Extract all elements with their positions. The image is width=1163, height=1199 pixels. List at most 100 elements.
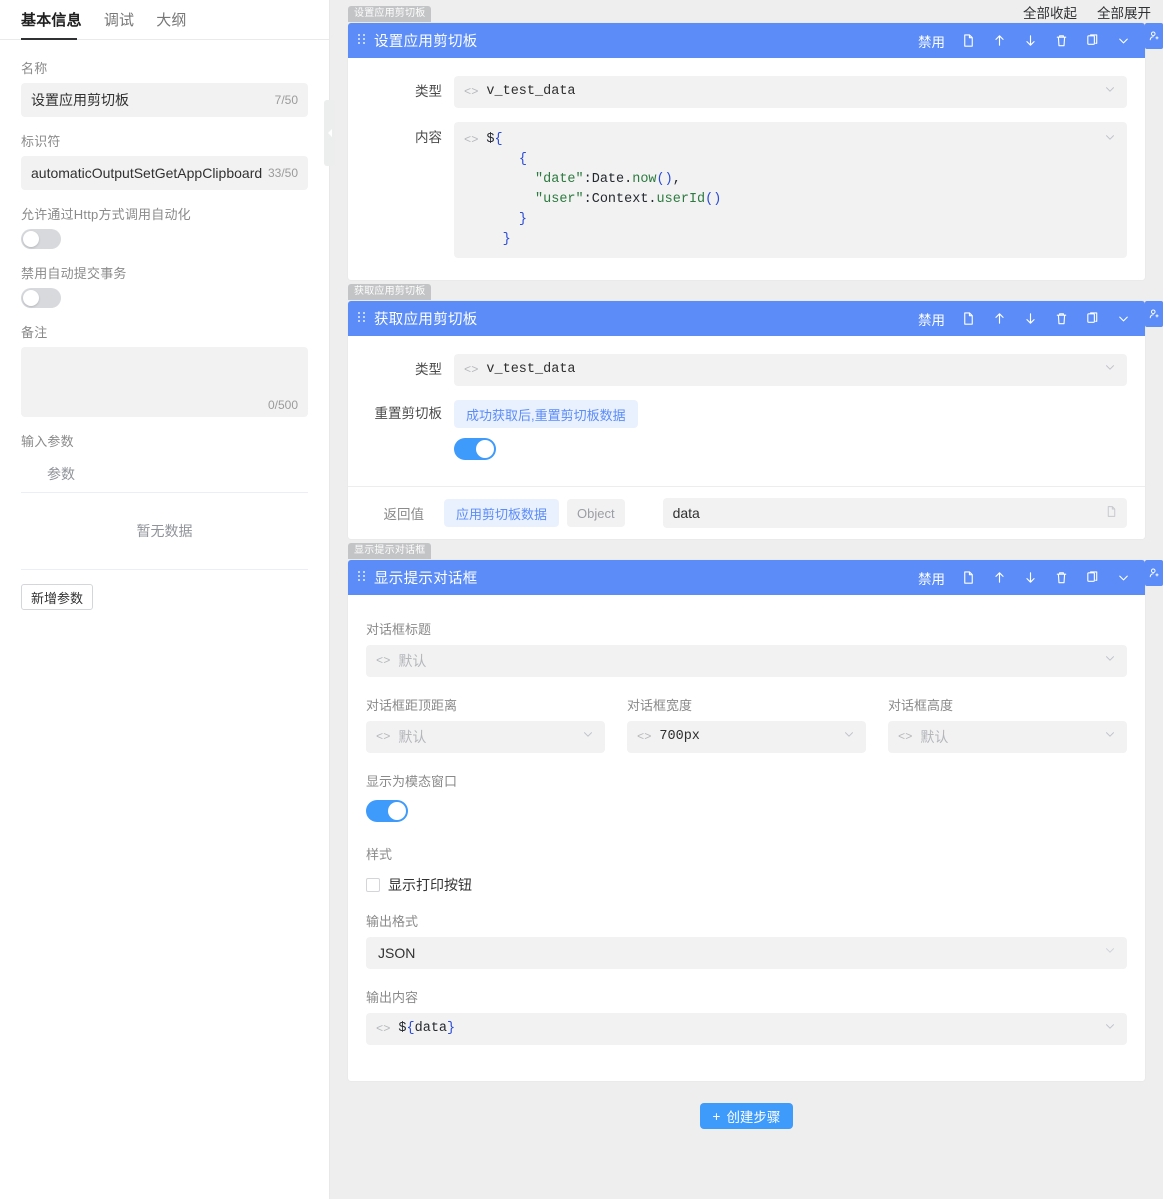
param-column-header: 参数 xyxy=(21,456,308,493)
chevron-down-icon[interactable] xyxy=(1103,651,1117,668)
step-3-body: 对话框标题 <> 默认 对话框距顶距离 xyxy=(348,595,1145,1081)
step-2-tag: 获取应用剪切板 xyxy=(348,284,431,300)
delete-icon[interactable] xyxy=(1054,570,1069,585)
step-1-content-value: ${ { "date":Date.now(), "user":Context.u… xyxy=(486,130,721,250)
return-value-text: data xyxy=(673,505,700,521)
chevron-down-icon[interactable] xyxy=(581,727,595,744)
step-2-anchor-button[interactable] xyxy=(1145,301,1163,327)
step-1-anchor-button[interactable] xyxy=(1145,23,1163,49)
move-up-icon[interactable] xyxy=(992,570,1007,585)
drag-handle-icon[interactable] xyxy=(358,312,366,326)
step-2-type-row: 类型 <> v_test_data xyxy=(366,354,1127,386)
modal-window-label: 显示为模态窗口 xyxy=(366,771,1127,790)
name-input[interactable]: 设置应用剪切板 7/50 xyxy=(21,83,308,117)
step-3-header: 显示提示对话框 禁用 xyxy=(348,560,1145,595)
create-step-button[interactable]: + 创建步骤 xyxy=(700,1103,794,1129)
code-icon: <> xyxy=(637,727,651,747)
dialog-title-select[interactable]: <> 默认 xyxy=(366,645,1127,677)
output-format-select[interactable]: JSON xyxy=(366,937,1127,969)
canvas-toolbar: 全部收起 全部展开 xyxy=(330,0,1163,23)
move-up-icon[interactable] xyxy=(992,311,1007,326)
chevron-down-icon[interactable] xyxy=(1103,82,1117,99)
step-2-type-select[interactable]: <> v_test_data xyxy=(454,354,1127,386)
note-icon[interactable] xyxy=(961,311,976,326)
tab-debug[interactable]: 调试 xyxy=(104,12,134,39)
step-2-header: 获取应用剪切板 禁用 xyxy=(348,301,1145,336)
chevron-down-icon[interactable] xyxy=(1103,727,1117,744)
http-invoke-toggle[interactable] xyxy=(21,229,61,249)
delete-icon[interactable] xyxy=(1054,33,1069,48)
return-value-label: 返回值 xyxy=(366,503,436,523)
dialog-top-select[interactable]: <> 默认 xyxy=(366,721,605,753)
sidebar-collapse-handle[interactable] xyxy=(324,100,335,166)
print-button-checkbox-row[interactable]: 显示打印按钮 xyxy=(366,875,1127,895)
chevron-down-icon[interactable] xyxy=(1116,570,1131,585)
copy-icon[interactable] xyxy=(1085,311,1100,326)
move-up-icon[interactable] xyxy=(992,33,1007,48)
dialog-width-select[interactable]: <> 700px xyxy=(627,721,866,753)
step-1-content-editor[interactable]: <> ${ { "date":Date.now(), "user":Contex… xyxy=(454,122,1127,258)
disable-autocommit-toggle[interactable] xyxy=(21,288,61,308)
copy-icon[interactable] xyxy=(1085,33,1100,48)
delete-icon[interactable] xyxy=(1054,311,1069,326)
note-icon[interactable] xyxy=(961,570,976,585)
dialog-height-select[interactable]: <> 默认 xyxy=(888,721,1127,753)
disable-step-button[interactable]: 禁用 xyxy=(918,568,945,588)
remark-textarea[interactable]: 0/500 xyxy=(21,347,308,417)
input-params-label: 输入参数 xyxy=(21,431,308,450)
chevron-down-icon[interactable] xyxy=(1103,130,1117,147)
step-3-actions: 禁用 xyxy=(918,568,1131,588)
copy-icon[interactable] xyxy=(1085,570,1100,585)
output-content-label: 输出内容 xyxy=(366,987,1127,1006)
add-param-button[interactable]: 新增参数 xyxy=(21,584,93,610)
chevron-down-icon[interactable] xyxy=(1116,33,1131,48)
drag-handle-icon[interactable] xyxy=(358,34,366,48)
dialog-title-label: 对话框标题 xyxy=(366,619,1127,638)
modal-window-field: 显示为模态窗口 xyxy=(366,771,1127,822)
code-icon: <> xyxy=(376,1019,390,1039)
note-icon[interactable] xyxy=(961,33,976,48)
reset-clipboard-toggle[interactable] xyxy=(454,438,496,460)
step-2-return-row: 返回值 应用剪切板数据 Object data xyxy=(348,486,1145,539)
app-root: 基本信息 调试 大纲 名称 设置应用剪切板 7/50 标识符 automatic… xyxy=(0,0,1163,1199)
move-down-icon[interactable] xyxy=(1023,311,1038,326)
step-2-type-value: v_test_data xyxy=(486,360,575,380)
modal-window-toggle[interactable] xyxy=(366,800,408,822)
disable-step-button[interactable]: 禁用 xyxy=(918,31,945,51)
disable-autocommit-label: 禁用自动提交事务 xyxy=(21,263,308,282)
code-icon: <> xyxy=(376,727,390,747)
chevron-down-icon[interactable] xyxy=(1103,1019,1117,1036)
expand-all-button[interactable]: 全部展开 xyxy=(1097,2,1151,22)
output-content-editor[interactable]: <> ${data} xyxy=(366,1013,1127,1045)
drag-handle-icon[interactable] xyxy=(358,571,366,585)
return-value-badge[interactable]: 应用剪切板数据 xyxy=(444,499,559,527)
identifier-input[interactable]: automaticOutputSetGetAppClipboard 33/50 xyxy=(21,156,308,190)
move-down-icon[interactable] xyxy=(1023,570,1038,585)
chevron-down-icon[interactable] xyxy=(1103,943,1117,960)
chevron-down-icon[interactable] xyxy=(1116,311,1131,326)
return-value-input[interactable]: data xyxy=(663,498,1127,528)
copy-icon[interactable] xyxy=(1105,505,1118,521)
reset-clipboard-badge[interactable]: 成功获取后,重置剪切板数据 xyxy=(454,400,638,428)
step-1-type-select[interactable]: <> v_test_data xyxy=(454,76,1127,108)
step-3: 显示提示对话框 显示提示对话框 禁用 xyxy=(330,560,1163,1081)
create-step-wrapper: + 创建步骤 xyxy=(330,1081,1163,1129)
sidebar-form: 名称 设置应用剪切板 7/50 标识符 automaticOutputSetGe… xyxy=(0,40,329,610)
chevron-down-icon[interactable] xyxy=(842,727,856,744)
step-1-card: 设置应用剪切板 禁用 xyxy=(348,23,1145,280)
name-counter: 7/50 xyxy=(275,93,298,107)
disable-step-button[interactable]: 禁用 xyxy=(918,309,945,329)
print-button-checkbox-label: 显示打印按钮 xyxy=(388,875,472,895)
move-down-icon[interactable] xyxy=(1023,33,1038,48)
identifier-input-value: automaticOutputSetGetAppClipboard xyxy=(31,165,268,181)
step-2-title: 获取应用剪切板 xyxy=(374,308,918,329)
tab-outline[interactable]: 大纲 xyxy=(156,12,186,39)
step-3-anchor-button[interactable] xyxy=(1145,560,1163,586)
print-button-checkbox[interactable] xyxy=(366,878,380,892)
output-format-value: JSON xyxy=(378,945,415,961)
tab-basic-info[interactable]: 基本信息 xyxy=(21,12,82,39)
identifier-counter: 33/50 xyxy=(268,166,298,180)
code-icon: <> xyxy=(464,360,478,380)
collapse-all-button[interactable]: 全部收起 xyxy=(1023,2,1077,22)
chevron-down-icon[interactable] xyxy=(1103,360,1117,377)
